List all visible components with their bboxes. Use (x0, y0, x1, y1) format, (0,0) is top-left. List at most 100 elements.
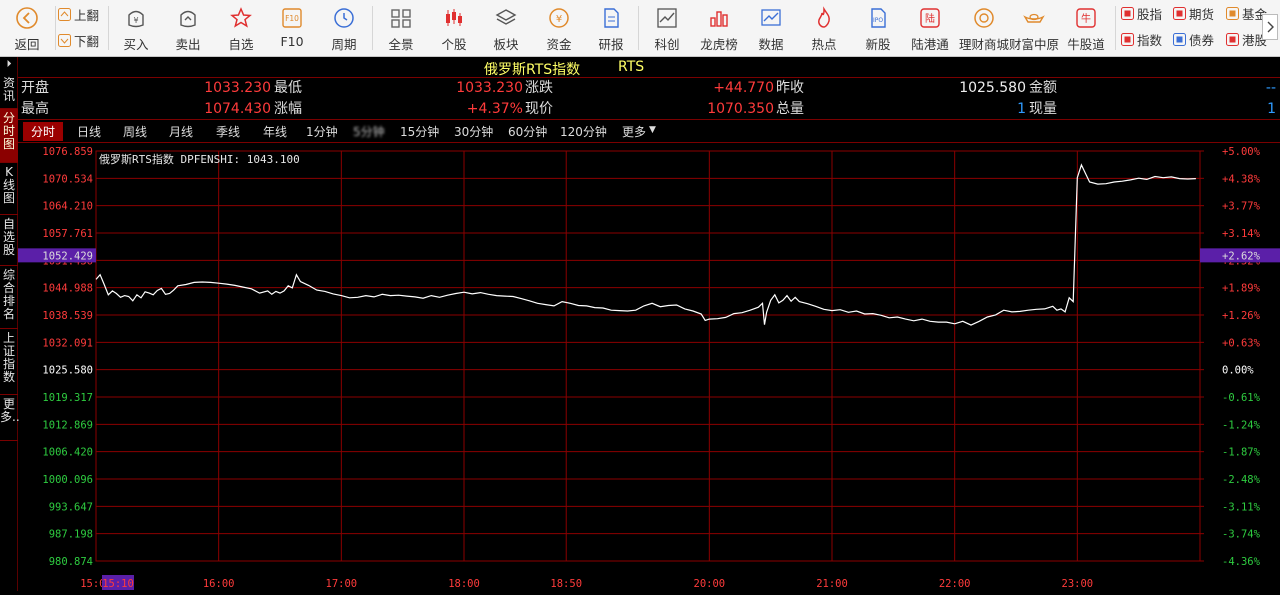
toolbar-button-18[interactable]: 财富中原 (1008, 0, 1060, 57)
more-dropdown-icon[interactable]: ▼ (649, 125, 656, 135)
toolbar-button-label: F10 (280, 34, 304, 49)
toolbar-next-arrow-icon[interactable] (1262, 14, 1278, 40)
high-value: 1074.430 (204, 101, 271, 117)
y-tick-label: 1000.096 (42, 474, 93, 486)
toolbar-button-6[interactable]: 全景 (377, 0, 425, 57)
toolbar-button-16[interactable]: 陆陆港通 (906, 0, 954, 57)
page-up-button[interactable]: 上翻 (58, 4, 99, 24)
sidebar-item-0[interactable]: 资讯 (0, 74, 18, 109)
y-tick-label: 1044.988 (42, 283, 93, 295)
toolbar-button-10[interactable]: 研报 (587, 0, 635, 57)
clock-icon (331, 5, 357, 31)
high-label: 最高 (21, 101, 49, 117)
toolbar-button-label: 全景 (388, 37, 414, 52)
y-pct-label: -0.61% (1222, 392, 1261, 404)
quick-link-1[interactable]: 期货 (1173, 3, 1214, 23)
open-label: 开盘 (21, 80, 49, 96)
toolbar-button-7[interactable]: 个股 (430, 0, 478, 57)
toolbar-button-2[interactable]: 卖出 (164, 0, 212, 57)
sidebar-collapse-icon[interactable]: ⏵ (0, 59, 18, 73)
toolbar: 返回 ¥ 买入 卖出 自选 F10 F10 周期 全景 个股 板块 ¥ 资金 研报 科创 龙虎榜 数据 热点 IPO… (0, 0, 1280, 57)
y-pct-label: +4.38% (1222, 173, 1261, 185)
period-tab-0[interactable]: 分时 (23, 122, 64, 141)
y-pct-label: -1.24% (1222, 419, 1261, 431)
quick-link-2[interactable]: 基金 (1226, 3, 1267, 23)
toolbar-button-14[interactable]: 热点 (800, 0, 848, 57)
y-pct-label: +0.63% (1222, 337, 1261, 349)
toolbar-button-0[interactable]: 返回 (3, 0, 51, 57)
toolbar-button-3[interactable]: 自选 (217, 0, 265, 57)
toolbar-button-5[interactable]: 周期 (320, 0, 368, 57)
y-pct-label: -2.48% (1222, 474, 1261, 486)
toolbar-button-label: 个股 (441, 37, 467, 52)
svg-text:陆: 陆 (925, 12, 935, 25)
toolbar-button-label: 龙虎榜 (700, 37, 738, 52)
period-tab-2[interactable]: 周线 (123, 123, 147, 140)
sidebar-item-5[interactable]: 上证指数 (0, 329, 18, 395)
period-tab-4[interactable]: 季线 (216, 123, 240, 140)
chg-label: 涨跌 (525, 80, 553, 96)
quick-link-3[interactable]: 指数 (1121, 29, 1162, 49)
y-pct-label: -3.11% (1222, 501, 1261, 513)
y-tick-label: 1012.869 (42, 419, 93, 431)
y-pct-label: +1.26% (1222, 310, 1261, 322)
toolbar-button-19[interactable]: 牛牛股道 (1063, 0, 1109, 57)
period-tab-5[interactable]: 年线 (263, 123, 287, 140)
toolbar-button-15[interactable]: IPO 新股 (854, 0, 902, 57)
toolbar-button-1[interactable]: ¥ 买入 (112, 0, 160, 57)
price-line (95, 163, 1196, 326)
period-tab-12[interactable]: 更多 (622, 123, 646, 140)
report-icon (598, 5, 624, 31)
index-name: 俄罗斯RTS指数 (484, 62, 581, 78)
y-pct-label: +3.77% (1222, 201, 1261, 213)
period-tab-6[interactable]: 1分钟 (306, 123, 338, 140)
sidebar-item-3[interactable]: 自选股 (0, 215, 18, 266)
y-pct-label: -1.87% (1222, 447, 1261, 459)
y-tick-label: 1019.317 (42, 392, 93, 404)
toolbar-button-label: 陆港通 (911, 37, 949, 52)
y-pct-label: -4.36% (1222, 556, 1261, 568)
period-tab-1[interactable]: 日线 (77, 123, 101, 140)
quick-link-5[interactable]: 港股 (1226, 29, 1267, 49)
intraday-chart[interactable]: 1076.859 +5.00% 1070.534 +4.38% 1064.210 +3.7… (18, 143, 1280, 591)
y-tick-label: 1064.210 (42, 201, 93, 213)
chart-svg[interactable]: 1076.859 +5.00% 1070.534 +4.38% 1064.210 +3.7… (18, 143, 1280, 591)
flame-icon (811, 5, 837, 31)
crosshair-price-label: 1052.429 (42, 250, 93, 262)
ipo-icon: IPO (865, 5, 891, 31)
period-tab-8[interactable]: 15分钟 (400, 123, 439, 140)
quick-link-4[interactable]: 债券 (1173, 29, 1214, 49)
quick-link-0-label: 股指 (1137, 6, 1163, 22)
sidebar-item-2[interactable]: K线图 (0, 163, 18, 215)
toolbar-button-13[interactable]: 数据 (747, 0, 795, 57)
fund-icon (1226, 6, 1239, 20)
star-icon (228, 5, 254, 31)
period-tab-3[interactable]: 月线 (169, 123, 193, 140)
yen-coin-icon: ¥ (546, 5, 572, 31)
period-tab-11[interactable]: 120分钟 (560, 123, 607, 140)
x-tick-label: 18:50 (550, 578, 582, 590)
y-tick-label: 1032.091 (42, 337, 93, 349)
quick-link-0[interactable]: 股指 (1121, 3, 1162, 23)
page-down-button[interactable]: 下翻 (58, 30, 99, 50)
period-tab-9[interactable]: 30分钟 (454, 123, 493, 140)
toolbar-button-9[interactable]: ¥ 资金 (535, 0, 583, 57)
toolbar-button-17[interactable]: 理财商城 (956, 0, 1012, 57)
sidebar-item-4[interactable]: 综合排名 (0, 266, 18, 329)
toolbar-button-12[interactable]: 龙虎榜 (695, 0, 743, 57)
sidebar-item-1[interactable]: 分时图 (0, 109, 18, 163)
sidebar-item-6[interactable]: 更多.. (0, 395, 20, 441)
y-tick-label: 987.198 (49, 529, 93, 541)
toolbar-button-8[interactable]: 板块 (482, 0, 530, 57)
period-tab-10[interactable]: 60分钟 (508, 123, 547, 140)
toolbar-button-label: 研报 (598, 37, 624, 52)
grid-icon (388, 5, 414, 31)
ingot-icon (1021, 5, 1047, 31)
toolbar-button-label: 热点 (811, 37, 837, 52)
period-tab-7[interactable]: 5分钟 (353, 123, 385, 140)
toolbar-button-label: 卖出 (175, 37, 201, 52)
period-tabs: 分时 日线 周线 月线 季线 年线 1分钟 5分钟 15分钟 30分钟 60分钟 120分钟 更多 ▼ (18, 120, 1280, 143)
toolbar-button-4[interactable]: F10 F10 (268, 0, 316, 57)
y-pct-label: +1.89% (1222, 283, 1261, 295)
toolbar-button-11[interactable]: 科创 (643, 0, 691, 57)
